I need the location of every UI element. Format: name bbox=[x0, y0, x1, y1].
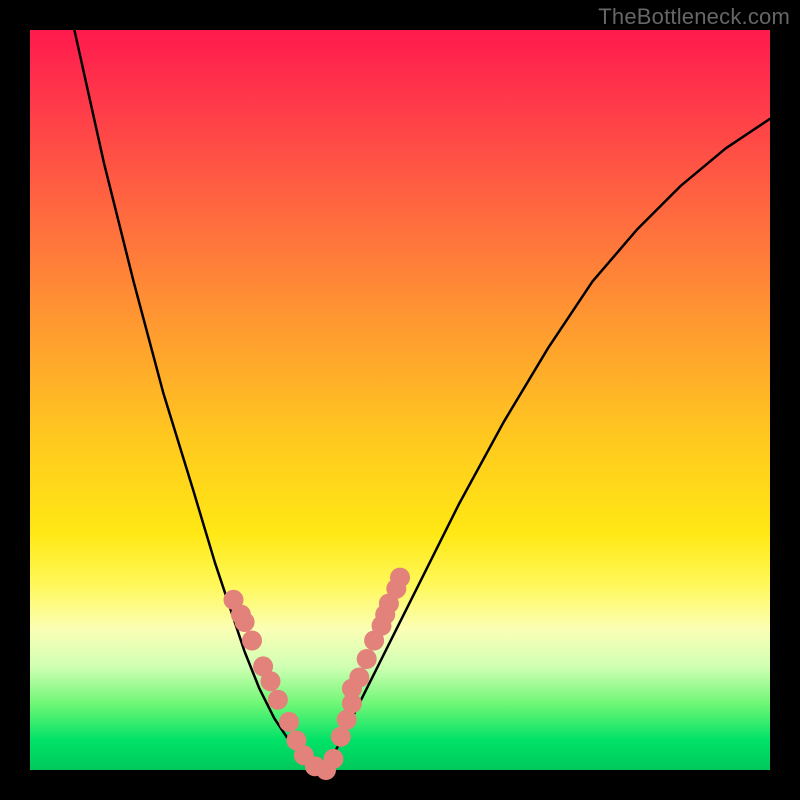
curve-dot bbox=[331, 727, 351, 747]
curve-line bbox=[74, 30, 770, 770]
watermark-text: TheBottleneck.com bbox=[598, 4, 790, 30]
curve-dot bbox=[357, 649, 377, 669]
curve-dot bbox=[235, 612, 255, 632]
curve-dot bbox=[323, 749, 343, 769]
curve-dots bbox=[224, 568, 411, 780]
curve-dot bbox=[268, 690, 288, 710]
curve-dot bbox=[390, 568, 410, 588]
curve-path bbox=[74, 30, 770, 770]
curve-dot bbox=[242, 631, 262, 651]
chart-svg bbox=[30, 30, 770, 770]
curve-dot bbox=[279, 712, 299, 732]
curve-dot bbox=[349, 668, 369, 688]
plot-area bbox=[30, 30, 770, 770]
curve-dot bbox=[261, 671, 281, 691]
chart-stage: TheBottleneck.com bbox=[0, 0, 800, 800]
